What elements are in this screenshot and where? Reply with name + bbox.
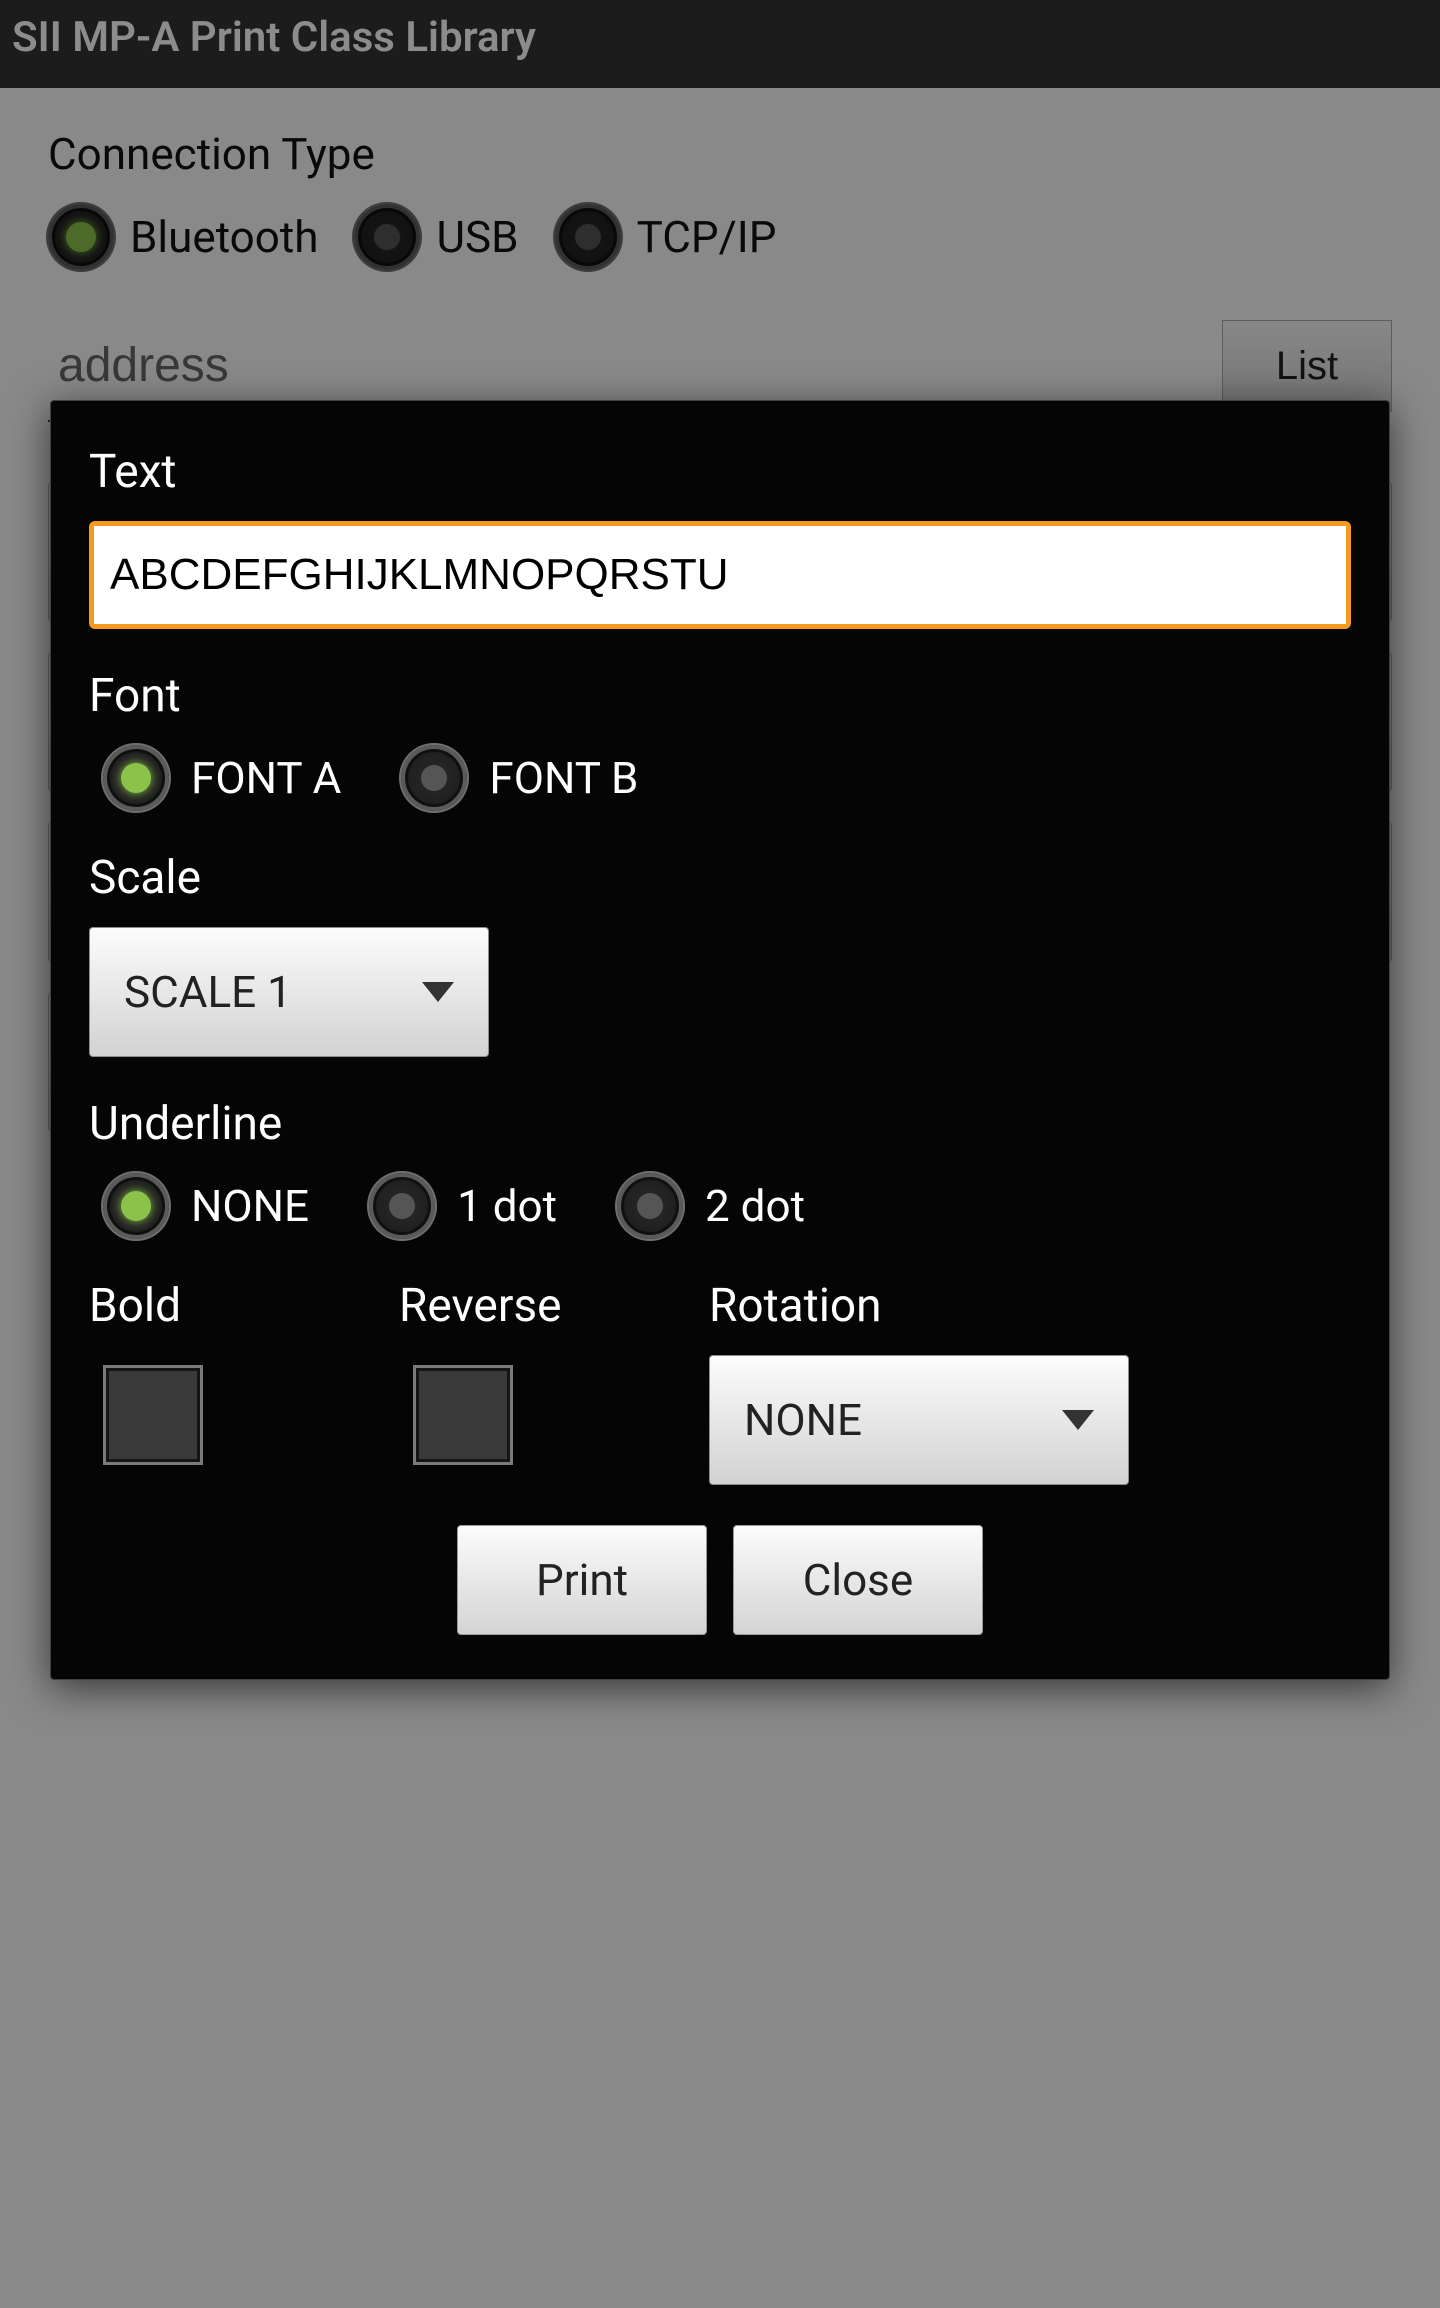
radio-font-b[interactable]: FONT B xyxy=(401,745,638,811)
scale-spinner[interactable]: SCALE 1 xyxy=(89,927,489,1057)
text-input[interactable] xyxy=(94,526,1346,624)
radio-font-a[interactable]: FONT A xyxy=(103,745,341,811)
rotation-spinner[interactable]: NONE xyxy=(709,1355,1129,1485)
rotation-value: NONE xyxy=(744,1394,862,1446)
radio-font-a-label: FONT A xyxy=(191,752,341,804)
radio-font-a-icon xyxy=(103,745,169,811)
radio-underline-1dot-icon xyxy=(369,1173,435,1239)
text-formatting-dialog: Text Font FONT A FONT B Scale SCALE xyxy=(50,400,1390,1680)
close-button[interactable]: Close xyxy=(733,1525,983,1635)
radio-font-b-label: FONT B xyxy=(489,752,638,804)
bold-checkbox[interactable] xyxy=(103,1365,203,1465)
chevron-down-icon xyxy=(1062,1410,1094,1430)
chevron-down-icon xyxy=(422,982,454,1002)
radio-underline-none-label: NONE xyxy=(191,1180,309,1232)
radio-font-b-icon xyxy=(401,745,467,811)
font-label: Font xyxy=(89,669,1351,723)
rotation-label: Rotation xyxy=(709,1279,1129,1333)
radio-underline-1dot[interactable]: 1 dot xyxy=(369,1173,557,1239)
bold-label: Bold xyxy=(89,1279,399,1333)
radio-underline-none[interactable]: NONE xyxy=(103,1173,309,1239)
radio-underline-1dot-label: 1 dot xyxy=(457,1180,557,1232)
text-label: Text xyxy=(89,445,1351,499)
reverse-label: Reverse xyxy=(399,1279,709,1333)
radio-underline-2dot-icon xyxy=(617,1173,683,1239)
scale-value: SCALE 1 xyxy=(124,966,292,1018)
scale-label: Scale xyxy=(89,851,1351,905)
underline-label: Underline xyxy=(89,1097,1351,1151)
radio-underline-2dot[interactable]: 2 dot xyxy=(617,1173,805,1239)
radio-underline-2dot-label: 2 dot xyxy=(705,1180,805,1232)
radio-underline-none-icon xyxy=(103,1173,169,1239)
print-button[interactable]: Print xyxy=(457,1525,707,1635)
text-field-wrapper xyxy=(89,521,1351,629)
reverse-checkbox[interactable] xyxy=(413,1365,513,1465)
